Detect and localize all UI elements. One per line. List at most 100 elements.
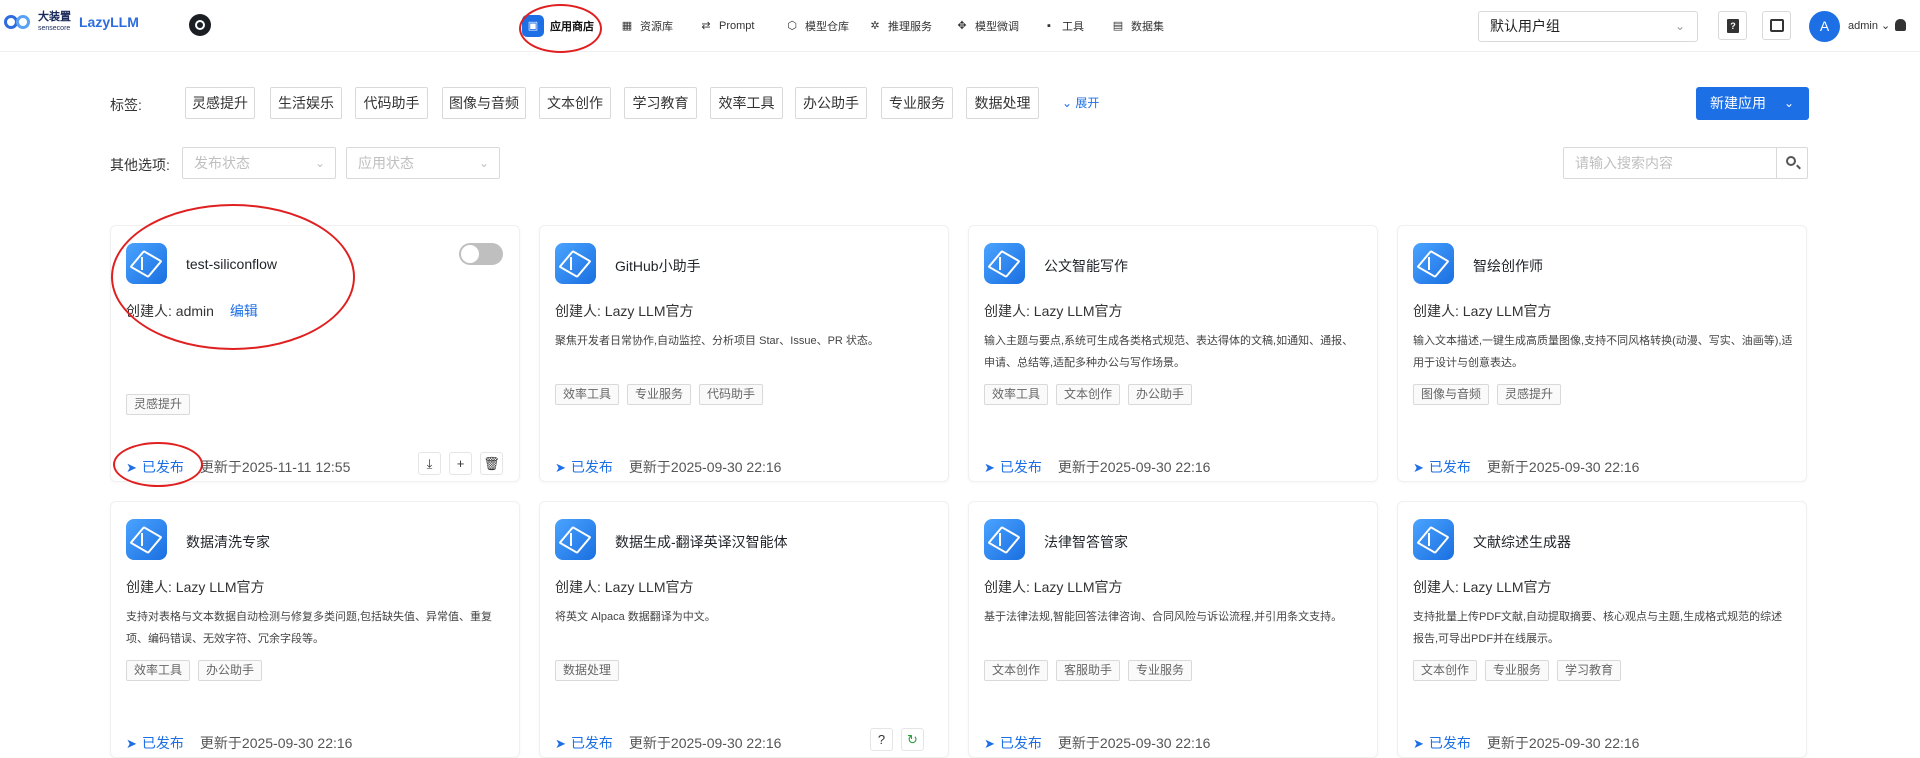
app-creator: 创建人: Lazy LLM官方 [1413,579,1552,595]
nav-item-inference[interactable]: ✲ 推理服务 [869,12,932,40]
app-card[interactable]: 智绘创作师 创建人: Lazy LLM官方 输入文本描述,一键生成高质量图像,支… [1397,225,1807,482]
publish-status: ➤ 已发布 [1413,457,1471,477]
updated-time: 更新于2025-09-30 22:16 [628,459,782,475]
app-tags: 效率工具 专业服务 代码助手 [555,384,764,405]
app-tags: 数据处理 [555,660,620,681]
updated-time: 更新于2025-09-30 22:16 [199,735,353,751]
publish-status-placeholder: 发布状态 [194,155,250,171]
app-status-select[interactable]: 应用状态 ⌄ [346,147,500,179]
help-icon[interactable]: ? [870,728,893,751]
app-card[interactable]: 数据生成-翻译英译汉智能体 创建人: Lazy LLM官方 将英文 Alpaca… [539,501,949,758]
send-icon: ➤ [555,460,566,475]
tag-filter[interactable]: 数据处理 [966,87,1039,119]
tag-filter[interactable]: 文本创作 [539,87,611,119]
avatar[interactable]: A [1809,11,1840,42]
logo-name: LazyLLM [79,14,139,30]
brand-logo[interactable]: 大装置 sensecore LazyLLM [4,12,139,32]
tag-filter[interactable]: 效率工具 [710,87,783,119]
app-title: 公文智能写作 [1044,258,1128,274]
send-icon: ➤ [1413,460,1424,475]
publish-status-text: 已发布 [141,459,184,475]
app-tags: 效率工具 文本创作 办公助手 [984,384,1193,405]
app-description: 支持对表格与文本数据自动检测与修复多类问题,包括缺失值、异常值、重复项、编码错误… [126,611,493,645]
app-footer: ➤ 已发布 更新于2025-11-11 12:55 [126,457,350,477]
nav-label: 资源库 [640,21,673,33]
search-button[interactable] [1776,147,1808,179]
app-footer: ➤ 已发布 更新于2025-09-30 22:16 [984,733,1210,753]
app-creator: 创建人: Lazy LLM官方 [984,303,1123,319]
nav-item-model-repo[interactable]: ⬡ 模型仓库 [786,12,849,40]
tools-icon: ▪ [1047,20,1051,32]
app-title: GitHub小助手 [615,258,701,274]
docs-button[interactable]: ? [1718,11,1747,40]
app-cube-icon [984,519,1025,560]
new-app-button[interactable]: 新建应用 ⌄ [1696,87,1809,120]
updated-time: 更新于2025-09-30 22:16 [1057,735,1211,751]
logo-mark-icon [4,12,34,32]
edit-link[interactable]: 编辑 [230,303,258,319]
app-tag: 办公助手 [198,660,263,681]
app-card[interactable]: 法律智答管家 创建人: Lazy LLM官方 基于法律法规,智能回答法律咨询、合… [968,501,1378,758]
monitor-chart-icon [1770,19,1784,32]
tag-filter[interactable]: 代码助手 [355,87,428,119]
app-cube-icon [1413,519,1454,560]
new-app-label: 新建应用 [1710,95,1766,111]
user-name: admin [1848,20,1878,32]
nav-label: 应用商店 [550,21,594,33]
app-card[interactable]: 公文智能写作 创建人: Lazy LLM官方 输入主题与要点,系统可生成各类格式… [968,225,1378,482]
publish-status: ➤ 已发布 [126,457,184,477]
app-creator: 创建人: admin 编辑 [126,301,258,321]
monitor-button[interactable] [1762,11,1791,40]
nav-label: Prompt [719,20,755,32]
bell-icon[interactable] [1895,19,1906,31]
nav-item-dataset[interactable]: ▤ 数据集 [1112,12,1164,40]
tag-filter[interactable]: 图像与音频 [442,87,526,119]
app-card[interactable]: test-siliconflow 创建人: admin 编辑 灵感提升 ➤ 已发布 … [110,225,520,482]
top-header: 大装置 sensecore LazyLLM ▣ 应用商店 ▦ 资源库 ⇄ Pro… [0,0,1920,52]
nav-item-finetune[interactable]: ✥ 模型微调 [956,12,1019,40]
tag-filter[interactable]: 学习教育 [624,87,697,119]
download-icon[interactable]: ⤓ [418,452,441,475]
refresh-icon[interactable]: ↻ [901,728,924,751]
search-input[interactable]: 请输入搜索内容 [1563,147,1776,179]
tag-filter[interactable]: 灵感提升 [185,87,255,119]
app-footer: ➤ 已发布 更新于2025-09-30 22:16 [1413,733,1639,753]
app-card[interactable]: 数据清洗专家 创建人: Lazy LLM官方 支持对表格与文本数据自动检测与修复… [110,501,520,758]
github-icon[interactable] [189,14,211,36]
app-footer: ➤ 已发布 更新于2025-09-30 22:16 [126,733,352,753]
nav-item-resources[interactable]: ▦ 资源库 [621,12,673,40]
add-icon[interactable]: + [449,452,472,475]
publish-status-text: 已发布 [1428,735,1471,751]
app-tags: 文本创作 专业服务 学习教育 [1413,660,1622,681]
send-icon: ➤ [555,736,566,751]
nav-item-prompt[interactable]: ⇄ Prompt [700,12,754,40]
delete-icon[interactable]: 🗑 [480,452,503,475]
store-icon: ▣ [522,15,544,37]
tag-filter[interactable]: 专业服务 [881,87,953,119]
prompt-icon: ⇄ [701,20,711,32]
nav-item-app-store[interactable]: ▣ 应用商店 [522,12,594,40]
app-card[interactable]: 文献综述生成器 创建人: Lazy LLM官方 支持批量上传PDF文献,自动提取… [1397,501,1807,758]
chevron-down-icon: ⌄ [314,156,325,170]
user-group-select[interactable]: 默认用户组 ⌄ [1478,11,1698,42]
tags-label: 标签: [110,97,142,113]
publish-toggle[interactable] [459,243,503,265]
inference-icon: ✲ [870,20,880,32]
help-book-icon: ? [1727,19,1739,33]
publish-status-text: 已发布 [999,735,1042,751]
app-cube-icon [555,243,596,284]
app-creator: 创建人: Lazy LLM官方 [555,579,694,595]
publish-status-text: 已发布 [141,735,184,751]
app-tag: 客服助手 [1056,660,1121,681]
app-description: 基于法律法规,智能回答法律咨询、合同风险与诉讼流程,并引用条文支持。 [984,611,1343,623]
tag-filter[interactable]: 生活娱乐 [270,87,342,119]
user-menu[interactable]: admin ⌄ [1848,19,1890,32]
publish-status-select[interactable]: 发布状态 ⌄ [182,147,336,179]
publish-status: ➤ 已发布 [984,457,1042,477]
app-title: test-siliconflow [186,256,278,272]
app-card[interactable]: GitHub小助手 创建人: Lazy LLM官方 聚焦开发者日常协作,自动监控… [539,225,949,482]
tag-filter[interactable]: 办公助手 [795,87,867,119]
app-description: 聚焦开发者日常协作,自动监控、分析项目 Star、Issue、PR 状态。 [555,335,879,347]
expand-tags-link[interactable]: ⌄ 展开 [1062,94,1099,111]
nav-item-tools[interactable]: ▪ 工具 [1043,12,1084,40]
